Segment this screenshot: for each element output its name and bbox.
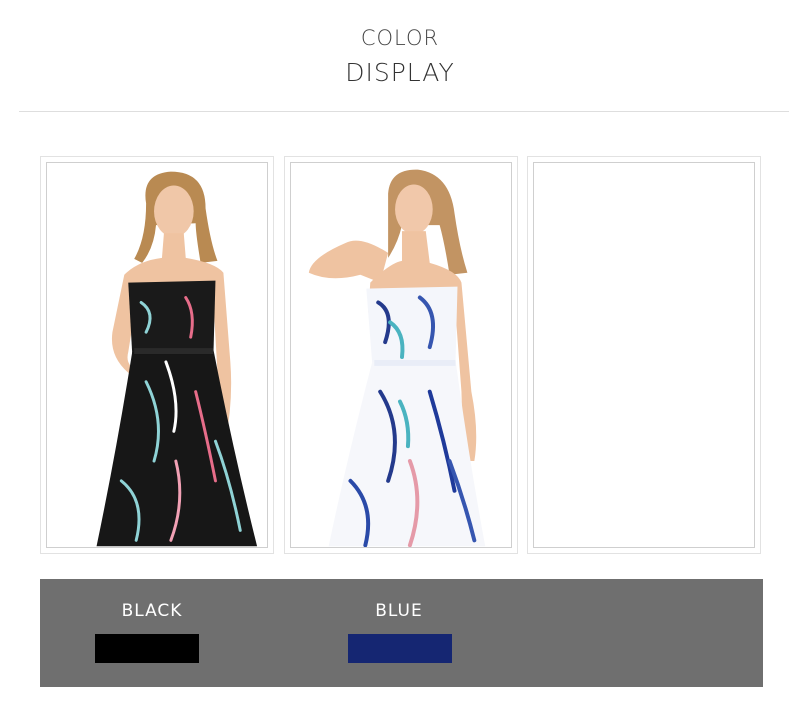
section-title-color: COLOR (360, 26, 440, 50)
header-divider (19, 111, 789, 112)
product-photo-frame-blue[interactable] (284, 156, 518, 554)
swatch-label-blue: BLUE (375, 601, 423, 621)
product-photo-empty (533, 162, 755, 548)
model-blue-dress-image (291, 163, 511, 547)
product-photo-frame-black[interactable] (40, 156, 274, 554)
swatch-blue[interactable] (348, 634, 452, 663)
swatch-label-black: BLACK (121, 601, 183, 621)
color-swatch-panel: BLACK BLUE (40, 579, 763, 687)
product-photo-black[interactable] (46, 162, 268, 548)
model-black-dress-image (47, 163, 267, 547)
product-photo-frame-empty (527, 156, 761, 554)
section-title-display: DISPLAY (345, 58, 455, 87)
swatch-black[interactable] (95, 634, 199, 663)
product-photo-blue[interactable] (290, 162, 512, 548)
